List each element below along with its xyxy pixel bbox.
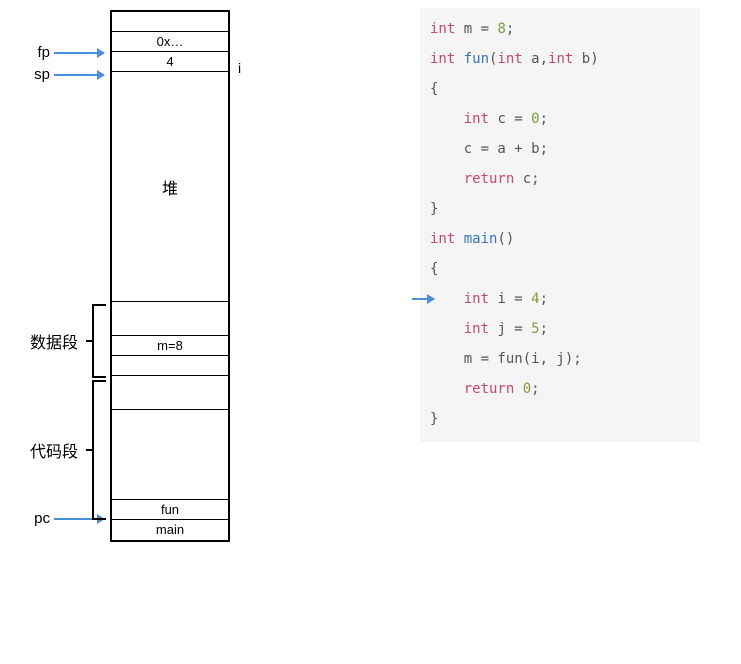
var-label-i: i	[238, 60, 241, 76]
stack-cell-i: 4	[112, 52, 228, 72]
code-seg-cell-main: main	[112, 520, 228, 540]
sp-pointer: sp	[20, 66, 104, 83]
data-seg-cell-blank	[112, 356, 228, 376]
label-data-segment: 数据段	[30, 329, 78, 353]
code-line-13: return 0;	[430, 374, 690, 404]
fp-pointer: fp	[20, 44, 104, 61]
data-seg-spacer-top	[112, 302, 228, 336]
code-line-10: int i = 4;	[430, 284, 690, 314]
gap-between-segments	[112, 376, 228, 410]
memory-diagram: 0x… 4 堆 m=8 fun main i fp sp pc 数据段	[110, 10, 230, 542]
code-line-14: }	[430, 404, 690, 434]
arrow-icon	[54, 52, 104, 54]
code-line-8: int main()	[430, 224, 690, 254]
code-line-9: {	[430, 254, 690, 284]
code-seg-spacer	[112, 410, 228, 500]
code-line-11: int j = 5;	[430, 314, 690, 344]
code-line-7: }	[430, 194, 690, 224]
code-snippet: int m = 8; int fun(int a,int b) { int c …	[420, 8, 700, 442]
code-line-12: m = fun(i, j);	[430, 344, 690, 374]
code-line-5: c = a + b;	[430, 134, 690, 164]
code-line-1: int m = 8;	[430, 14, 690, 44]
stack-cell-return-addr: 0x…	[112, 32, 228, 52]
stack-cell-blank	[112, 12, 228, 32]
current-line-arrow-icon	[412, 298, 434, 300]
memory-column: 0x… 4 堆 m=8 fun main	[110, 10, 230, 542]
brace-data-segment	[92, 304, 108, 378]
code-line-3: {	[430, 74, 690, 104]
code-seg-cell-fun: fun	[112, 500, 228, 520]
heap-cell: 堆	[112, 72, 228, 302]
brace-code-segment	[92, 380, 108, 520]
arrow-icon	[54, 74, 104, 76]
fp-label: fp	[20, 44, 50, 61]
code-line-4: int c = 0;	[430, 104, 690, 134]
data-seg-cell-m: m=8	[112, 336, 228, 356]
sp-label: sp	[20, 66, 50, 83]
label-code-segment: 代码段	[30, 438, 78, 462]
code-line-6: return c;	[430, 164, 690, 194]
pc-label: pc	[20, 510, 50, 527]
code-line-2: int fun(int a,int b)	[430, 44, 690, 74]
